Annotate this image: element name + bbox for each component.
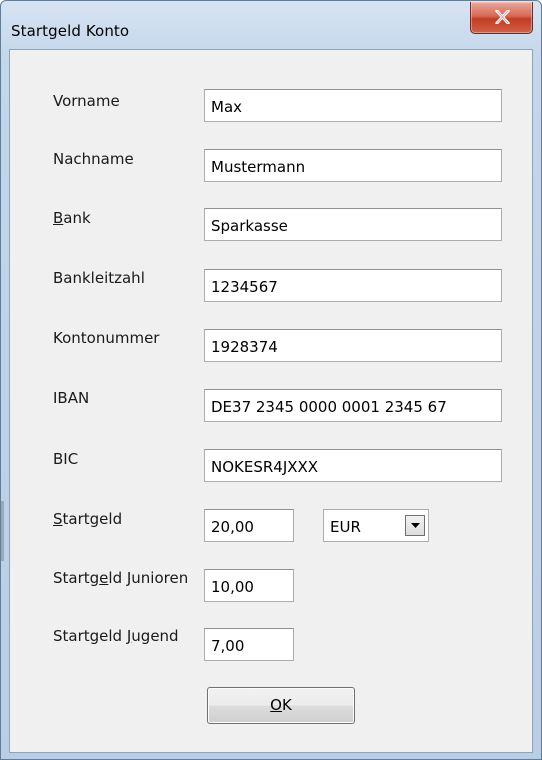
ok-button[interactable]: OK bbox=[207, 687, 355, 724]
nachname-label: Nachname bbox=[53, 150, 134, 168]
bankleitzahl-label: Bankleitzahl bbox=[53, 269, 145, 287]
startgeld-label-rest: tartgeld bbox=[62, 510, 123, 528]
close-button[interactable] bbox=[470, 2, 533, 34]
currency-select[interactable]: EUR bbox=[323, 509, 429, 542]
startgeld-field[interactable]: 20,00 bbox=[204, 509, 294, 542]
bic-field[interactable]: NOKESR4JXXX bbox=[204, 449, 502, 482]
bankleitzahl-field[interactable]: 1234567 bbox=[204, 269, 502, 302]
ok-button-mnemonic: O bbox=[270, 696, 282, 714]
startgeld-jugend-field[interactable]: 7,00 bbox=[204, 628, 294, 661]
currency-select-value: EUR bbox=[330, 518, 361, 536]
bank-label: Bank bbox=[53, 209, 91, 227]
startgeld-junioren-label: Startgeld Junioren bbox=[53, 569, 188, 587]
startgeld-label: Startgeld bbox=[53, 510, 122, 528]
startgeld-junioren-field[interactable]: 10,00 bbox=[204, 569, 294, 602]
jugend-label-post: ugend bbox=[131, 627, 179, 645]
bank-label-rest: ank bbox=[63, 209, 91, 227]
kontonummer-field[interactable]: 1928374 bbox=[204, 329, 502, 362]
nachname-field[interactable]: Mustermann bbox=[204, 149, 502, 182]
startgeld-jugend-label: Startgeld Jugend bbox=[53, 627, 179, 645]
bank-field[interactable]: Sparkasse bbox=[204, 208, 502, 241]
ok-button-rest: K bbox=[281, 696, 292, 714]
vorname-field[interactable]: Max bbox=[204, 89, 502, 122]
vorname-label: Vorname bbox=[53, 92, 120, 110]
junioren-label-pre: Startg bbox=[53, 569, 100, 587]
junioren-label-post: ld Junioren bbox=[108, 569, 189, 587]
bic-label: BIC bbox=[53, 450, 79, 468]
dialog-window: Startgeld Konto Vorname Max Nachname Mus… bbox=[0, 0, 542, 760]
bank-label-mnemonic: B bbox=[53, 209, 64, 227]
window-title: Startgeld Konto bbox=[11, 22, 130, 40]
iban-field[interactable]: DE37 2345 0000 0001 2345 67 bbox=[204, 389, 502, 422]
background-window-edge bbox=[1, 501, 4, 561]
kontonummer-label: Kontonummer bbox=[53, 329, 160, 347]
jugend-label-pre: Startgeld bbox=[53, 627, 127, 645]
iban-label: IBAN bbox=[53, 389, 90, 407]
chevron-down-icon bbox=[411, 523, 420, 528]
title-bar[interactable]: Startgeld Konto bbox=[1, 1, 541, 49]
currency-dropdown-button[interactable] bbox=[405, 515, 425, 536]
startgeld-label-mnemonic: S bbox=[53, 510, 63, 528]
dialog-client-area: Vorname Max Nachname Mustermann Bank Spa… bbox=[9, 49, 533, 753]
close-icon bbox=[495, 10, 510, 24]
